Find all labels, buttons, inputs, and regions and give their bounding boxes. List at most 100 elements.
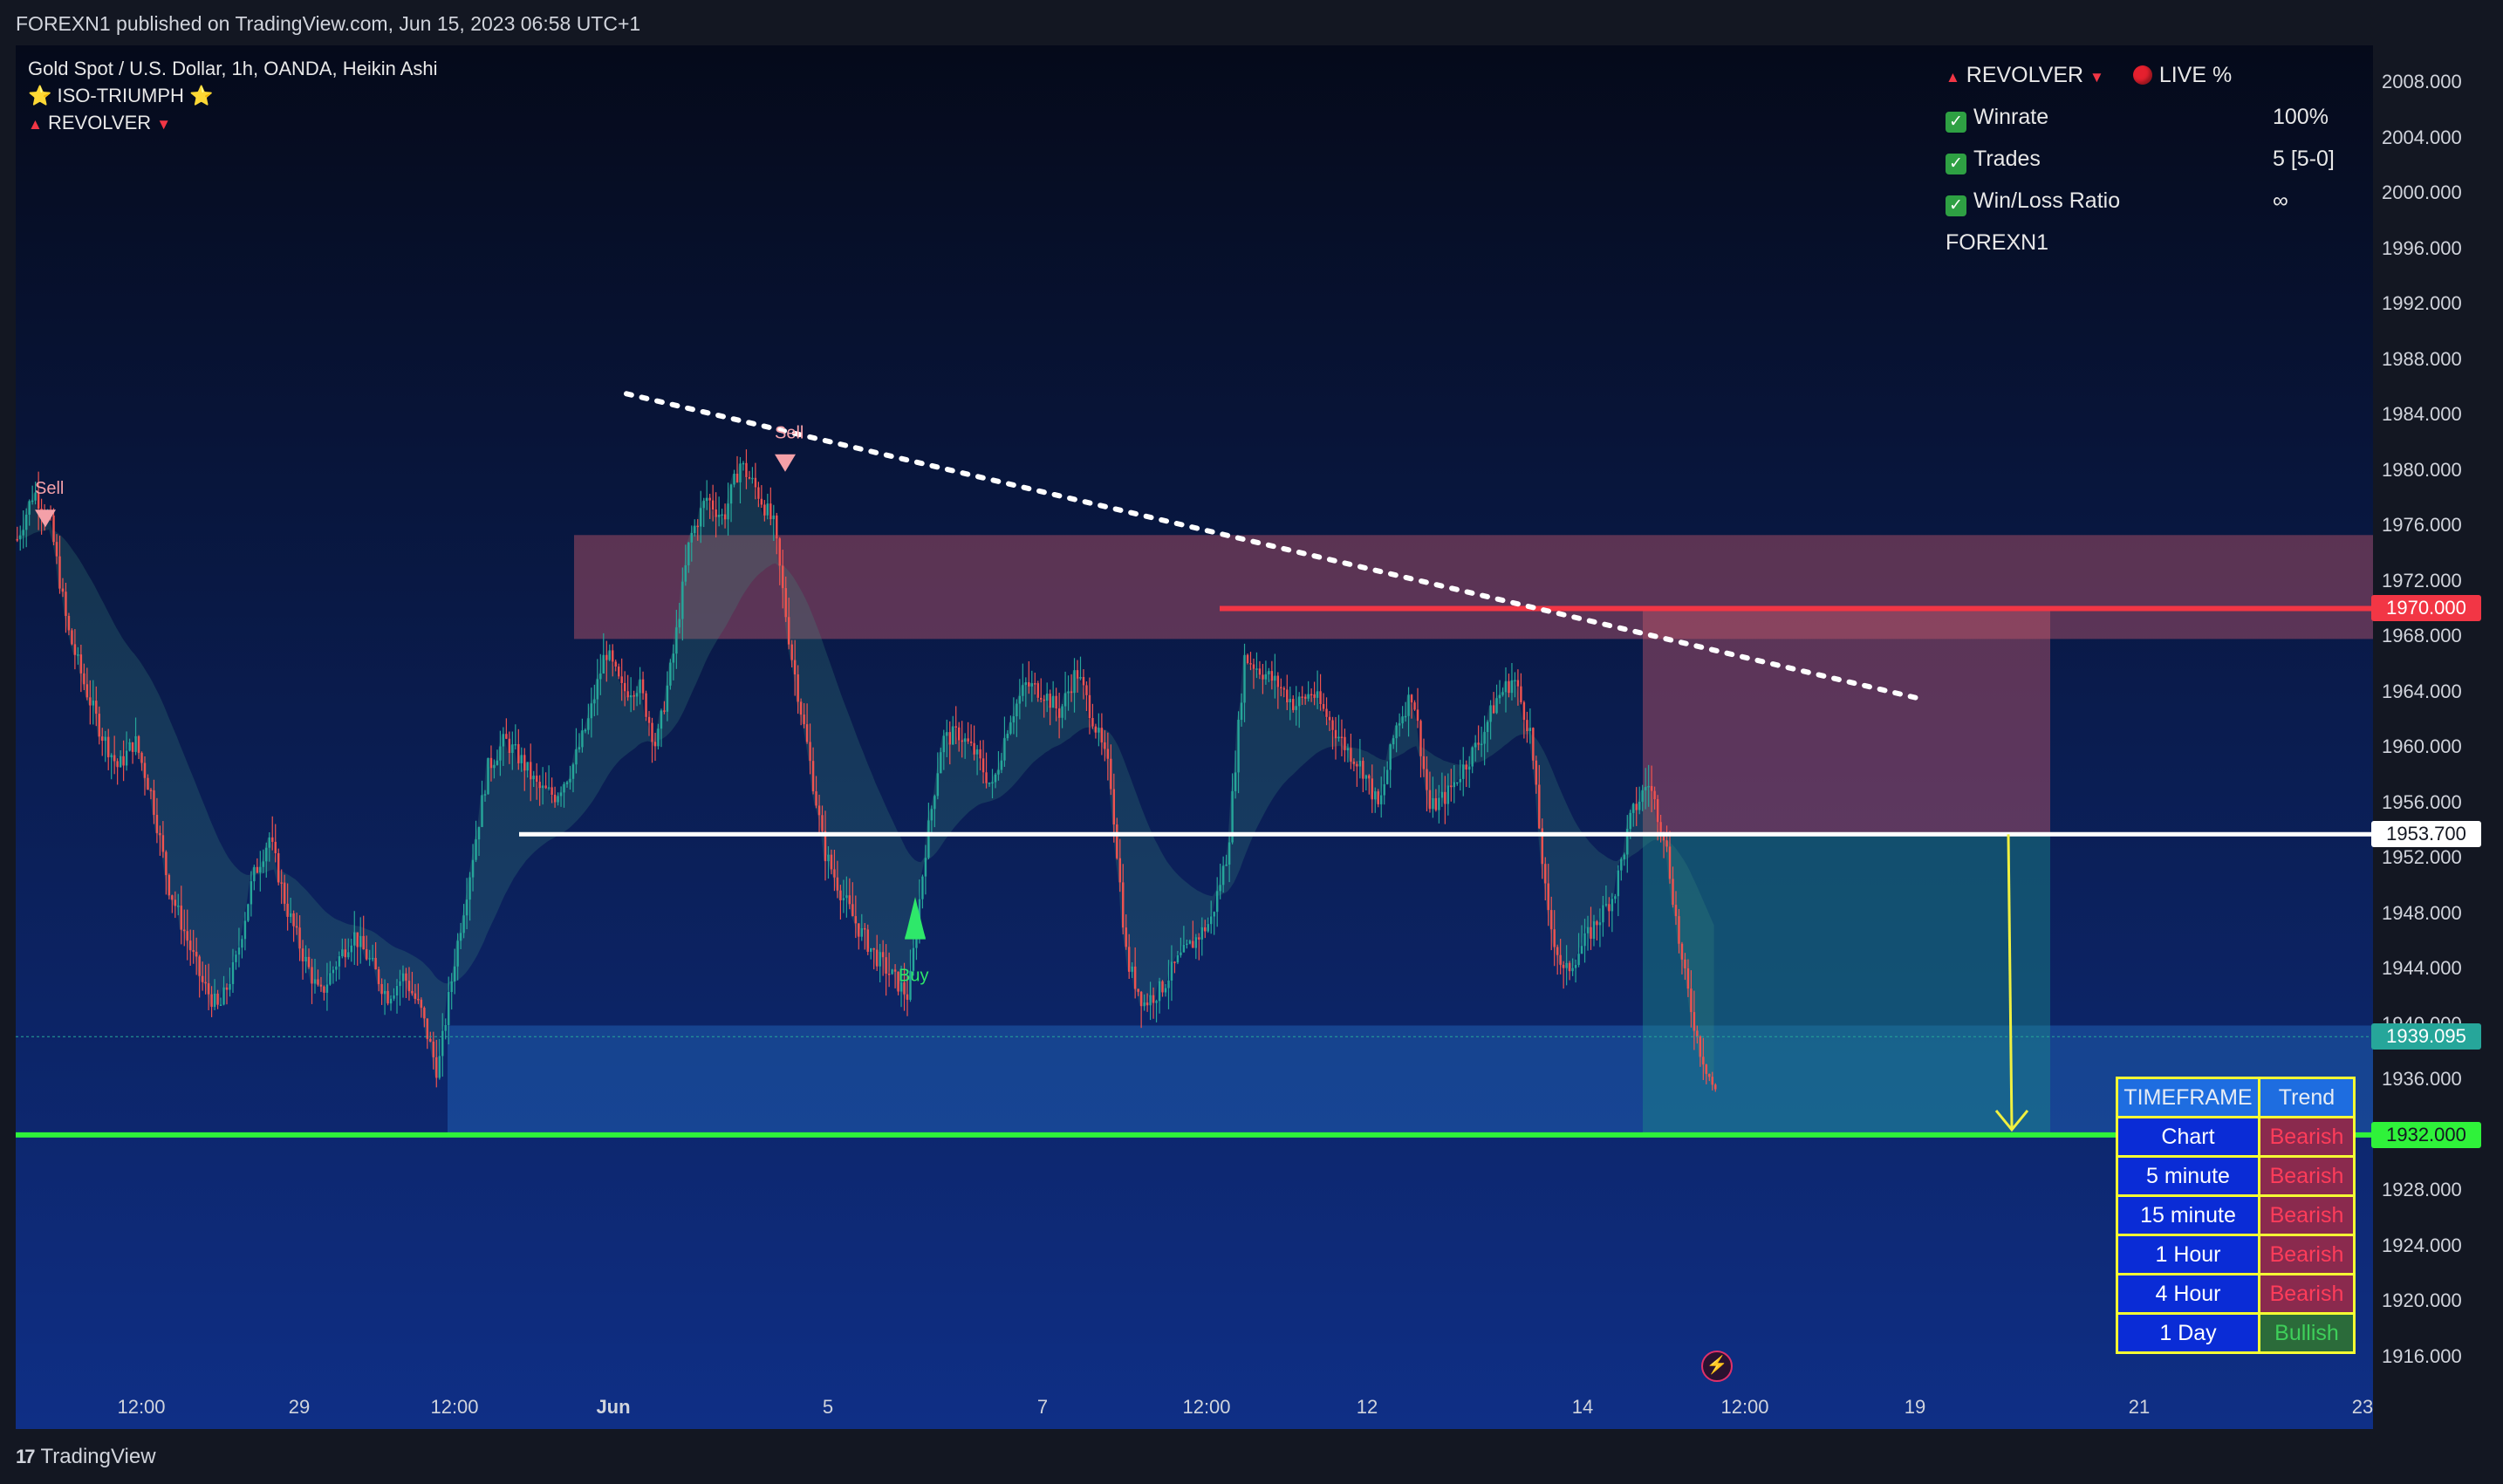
candle-body — [1705, 1064, 1708, 1074]
trend-table-header: TIMEFRAME Trend — [2116, 1077, 2356, 1118]
candle-body — [526, 762, 529, 771]
candle-body — [153, 790, 155, 816]
candle-body — [641, 679, 645, 694]
up-triangle-icon: ▲ — [28, 116, 43, 133]
x-axis-tick: 21 — [2128, 1396, 2151, 1418]
candle-body — [866, 929, 869, 952]
candle-body — [438, 1056, 441, 1078]
candle-body — [19, 535, 22, 540]
candle-body — [304, 956, 307, 961]
candle-body — [1516, 680, 1520, 687]
candle-body — [663, 710, 666, 712]
candle-body — [1194, 937, 1198, 948]
candle-body — [1188, 940, 1192, 944]
candle-body — [229, 983, 231, 990]
candle-body — [511, 744, 514, 753]
candle-body — [575, 749, 578, 765]
candle-body — [383, 990, 386, 995]
candle-body — [687, 542, 690, 565]
candle-body — [675, 627, 678, 654]
candle-body — [1583, 933, 1586, 947]
candle-body — [669, 662, 672, 686]
candle-body — [1018, 695, 1022, 704]
candle-body — [647, 716, 651, 723]
candle-body — [1100, 728, 1104, 742]
candle-body — [1289, 699, 1291, 702]
candle-body — [541, 785, 544, 789]
position-risk-box — [1643, 608, 2050, 835]
candle-body — [356, 932, 359, 947]
candle-body — [1067, 691, 1070, 694]
candle-body — [557, 796, 559, 803]
candle-body — [180, 906, 182, 930]
candle-body — [1280, 687, 1282, 689]
candle-body — [946, 732, 948, 736]
candle-body — [678, 619, 681, 628]
candle-body — [954, 726, 957, 728]
candle-body — [219, 1004, 222, 1007]
candle-body — [1270, 671, 1274, 681]
trend-row: 1 Hour Bearish — [2116, 1234, 2356, 1275]
candle-body — [1182, 944, 1186, 953]
candle-body — [1456, 782, 1459, 784]
candle-body — [319, 984, 323, 987]
candle-body — [277, 852, 280, 883]
candle-body — [1665, 840, 1668, 847]
candle-body — [1498, 694, 1501, 699]
candle-body — [1282, 687, 1286, 690]
candle-body — [864, 927, 866, 930]
candle-body — [623, 682, 626, 692]
candle-body — [629, 694, 633, 698]
candle-body — [1215, 891, 1219, 913]
candle-body — [921, 876, 924, 899]
candle-body — [1690, 988, 1693, 1013]
candle-body — [881, 952, 885, 958]
candle-body — [1638, 802, 1641, 810]
y-axis-tick: 1928.000 — [2382, 1179, 2462, 1201]
candle-body — [1246, 654, 1249, 664]
candle-body — [891, 969, 893, 975]
candle-body — [799, 701, 803, 715]
candle-body — [1243, 654, 1246, 703]
candle-body — [1444, 791, 1446, 804]
candle-body — [705, 497, 708, 502]
candle-body — [1556, 947, 1559, 955]
candle-body — [407, 981, 411, 991]
candle-body — [1450, 785, 1453, 788]
candle-body — [1522, 701, 1526, 721]
candle-body — [1210, 916, 1213, 925]
y-axis-tick: 1964.000 — [2382, 680, 2462, 702]
candle-body — [1213, 912, 1215, 917]
candle-body — [994, 774, 997, 783]
candle-body — [1538, 784, 1541, 829]
candle-body — [28, 501, 31, 515]
candle-body — [547, 787, 551, 789]
candle-body — [620, 676, 623, 683]
candle-body — [231, 961, 235, 984]
candle-body — [702, 501, 705, 509]
candle-body — [471, 859, 475, 878]
candle-body — [848, 895, 851, 905]
candle-body — [614, 661, 617, 667]
candle-body — [1079, 676, 1082, 679]
candle-body — [1562, 964, 1565, 968]
candle-body — [259, 866, 262, 873]
candle-body — [286, 903, 289, 917]
candle-body — [189, 940, 192, 951]
candle-body — [957, 727, 961, 741]
candle-body — [1486, 721, 1489, 733]
candle-body — [1446, 785, 1450, 804]
candle-body — [1000, 760, 1003, 770]
check-icon: ✓ — [1946, 112, 1966, 133]
lightning-icon[interactable]: ⚡ — [1701, 1351, 1733, 1382]
candle-body — [174, 899, 177, 906]
candle-body — [435, 1057, 438, 1078]
candle-body — [1526, 720, 1528, 732]
tradingview-logo[interactable]: 17 TradingView — [16, 1445, 156, 1469]
candle-body — [414, 993, 417, 999]
candle-body — [1514, 680, 1516, 682]
candle-body — [887, 974, 891, 975]
y-axis-tick: 1972.000 — [2382, 569, 2462, 592]
candle-body — [681, 581, 684, 619]
publish-header: FOREXN1 published on TradingView.com, Ju… — [0, 0, 2503, 45]
